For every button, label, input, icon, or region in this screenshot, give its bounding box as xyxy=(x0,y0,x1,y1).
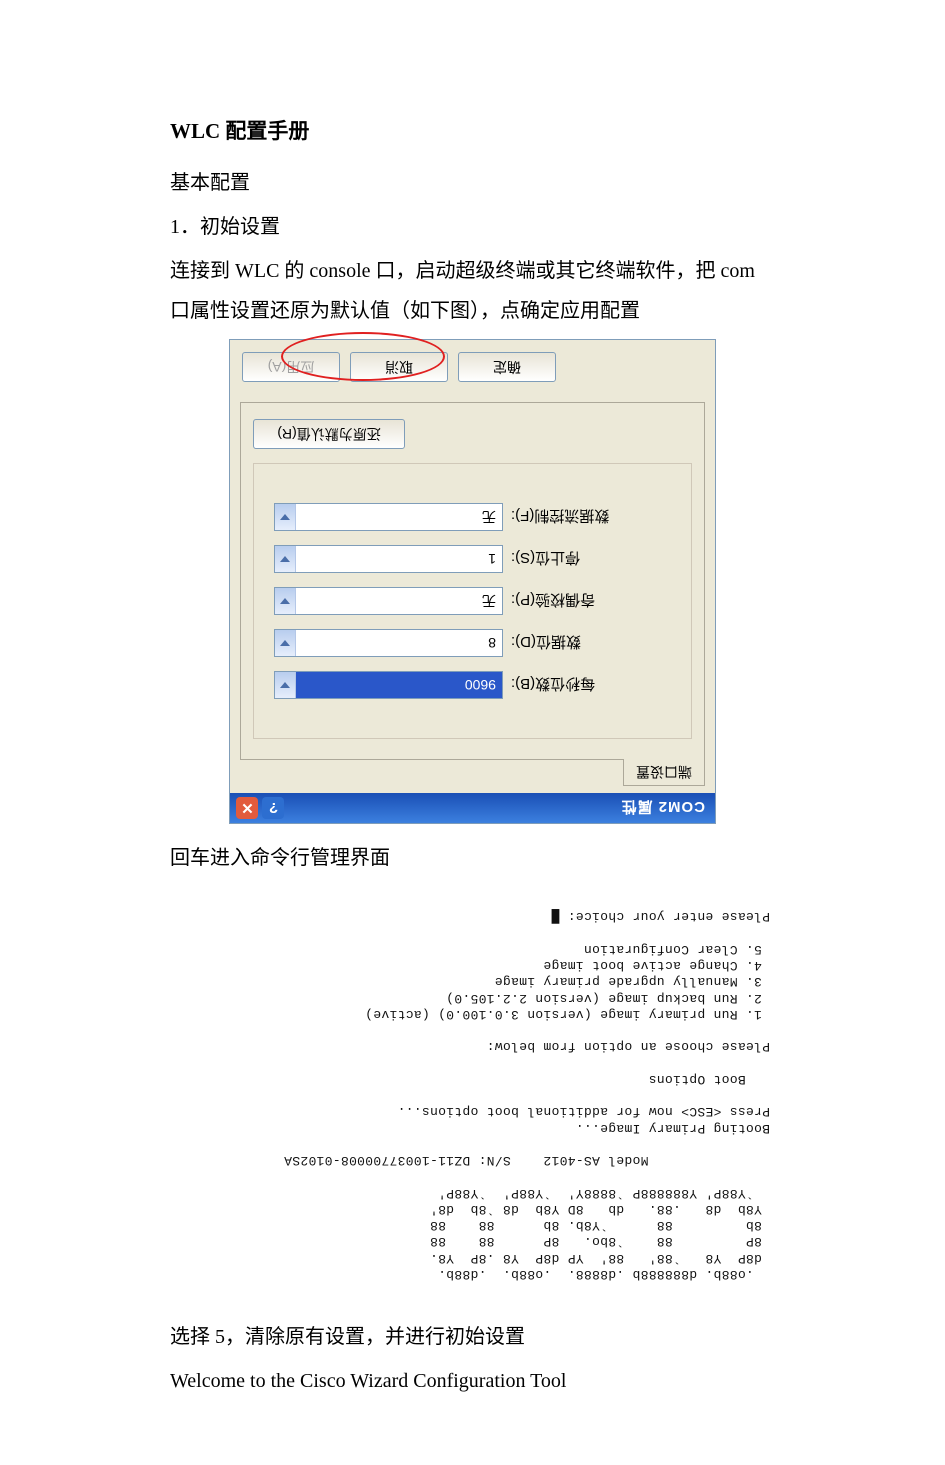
databits-label: 数据位(D): xyxy=(511,633,671,654)
dialog-title: COM2 属性 xyxy=(620,798,705,819)
tab-port-settings[interactable]: 端口设置 xyxy=(623,759,705,786)
boot-cli-output: .o88b. d888888b .d8888. .o88b. .d88b. d8… xyxy=(170,903,775,1287)
databits-combo[interactable]: 8 xyxy=(274,629,503,657)
chevron-down-icon[interactable] xyxy=(275,672,296,698)
after-cli-2: Welcome to the Cisco Wizard Configuratio… xyxy=(170,1361,775,1401)
parity-label: 奇偶校验(P): xyxy=(511,591,671,612)
flow-value: 无 xyxy=(482,507,502,527)
dialog-button-row: 确定 取消 应用(A) xyxy=(230,340,715,392)
doc-subtitle: 基本配置 xyxy=(170,163,775,203)
parity-combo[interactable]: 无 xyxy=(274,587,503,615)
settings-group: 每秒位数(B): 9600 数据位(D): 8 xyxy=(253,463,692,739)
dialog-titlebar: COM2 属性 ? ✕ xyxy=(230,793,715,823)
restore-defaults-button[interactable]: 还原为默认值(R) xyxy=(253,419,405,449)
stopbits-combo[interactable]: 1 xyxy=(274,545,503,573)
ok-button[interactable]: 确定 xyxy=(458,352,556,382)
com-properties-dialog: COM2 属性 ? ✕ 端口设置 每秒位数(B): 9600 xyxy=(229,339,716,824)
help-icon[interactable]: ? xyxy=(262,797,284,819)
tab-strip: 端口设置 xyxy=(230,760,715,793)
apply-button[interactable]: 应用(A) xyxy=(242,352,340,382)
doc-title: WLC 配置手册 xyxy=(170,115,775,145)
databits-value: 8 xyxy=(488,635,502,651)
section-body: 连接到 WLC 的 console 口，启动超级终端或其它终端软件，把 com … xyxy=(170,251,775,331)
chevron-down-icon[interactable] xyxy=(275,588,296,614)
baud-value: 9600 xyxy=(465,677,502,693)
baud-combo[interactable]: 9600 xyxy=(274,671,503,699)
parity-value: 无 xyxy=(482,591,502,611)
flow-combo[interactable]: 无 xyxy=(274,503,503,531)
flow-label: 数据流控制(F): xyxy=(511,507,671,528)
stopbits-value: 1 xyxy=(488,551,502,567)
chevron-down-icon[interactable] xyxy=(275,546,296,572)
cancel-button[interactable]: 取消 xyxy=(350,352,448,382)
section-heading: 1．初始设置 xyxy=(170,207,775,247)
chevron-down-icon[interactable] xyxy=(275,504,296,530)
close-icon[interactable]: ✕ xyxy=(236,797,258,819)
baud-label: 每秒位数(B): xyxy=(511,675,671,696)
tab-body: 每秒位数(B): 9600 数据位(D): 8 xyxy=(240,402,705,760)
stopbits-label: 停止位(S): xyxy=(511,549,671,570)
after-dialog-text: 回车进入命令行管理界面 xyxy=(170,838,775,878)
chevron-down-icon[interactable] xyxy=(275,630,296,656)
